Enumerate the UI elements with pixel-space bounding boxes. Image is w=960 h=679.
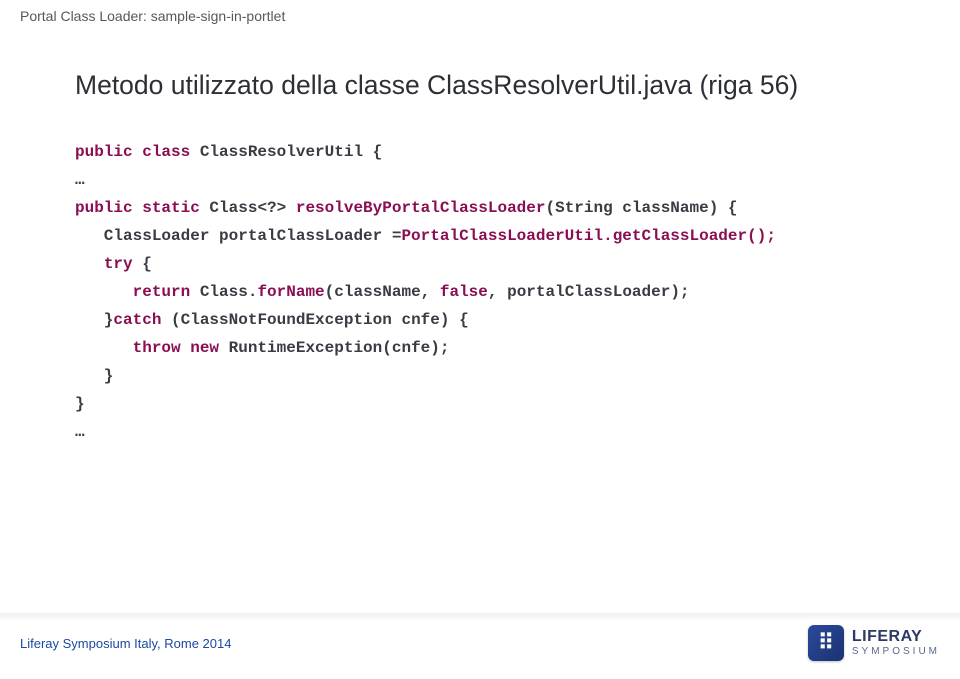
code-line-3: public static Class<?> resolveByPortalCl… xyxy=(75,199,738,217)
code-line-5: try { xyxy=(75,255,152,273)
logo-glyph: ⠿ xyxy=(818,632,834,654)
code-block: public class ClassResolverUtil { … publi… xyxy=(75,138,776,446)
brand-logo: ⠿ LIFERAY SYMPOSIUM xyxy=(808,625,940,661)
code-line-7: }catch (ClassNotFoundException cnfe) { xyxy=(75,311,469,329)
logo-mark-icon: ⠿ xyxy=(808,625,844,661)
footer-divider xyxy=(0,613,960,621)
code-line-2: … xyxy=(75,171,85,189)
code-line-6: return Class.forName(className, false, p… xyxy=(75,283,690,301)
code-line-10: } xyxy=(75,395,85,413)
logo-brand-name: LIFERAY xyxy=(852,629,940,645)
slide: Portal Class Loader: sample-sign-in-port… xyxy=(0,0,960,679)
code-line-4: ClassLoader portalClassLoader =PortalCla… xyxy=(75,227,776,245)
code-line-9: } xyxy=(75,367,113,385)
logo-subtitle: SYMPOSIUM xyxy=(852,647,940,657)
logo-text: LIFERAY SYMPOSIUM xyxy=(852,629,940,657)
footer-caption: Liferay Symposium Italy, Rome 2014 xyxy=(20,636,231,651)
slide-header-label: Portal Class Loader: sample-sign-in-port… xyxy=(20,8,285,24)
slide-title: Metodo utilizzato della classe ClassReso… xyxy=(75,70,798,101)
code-line-8: throw new RuntimeException(cnfe); xyxy=(75,339,449,357)
code-line-1: public class ClassResolverUtil { xyxy=(75,143,382,161)
code-line-11: … xyxy=(75,423,85,441)
